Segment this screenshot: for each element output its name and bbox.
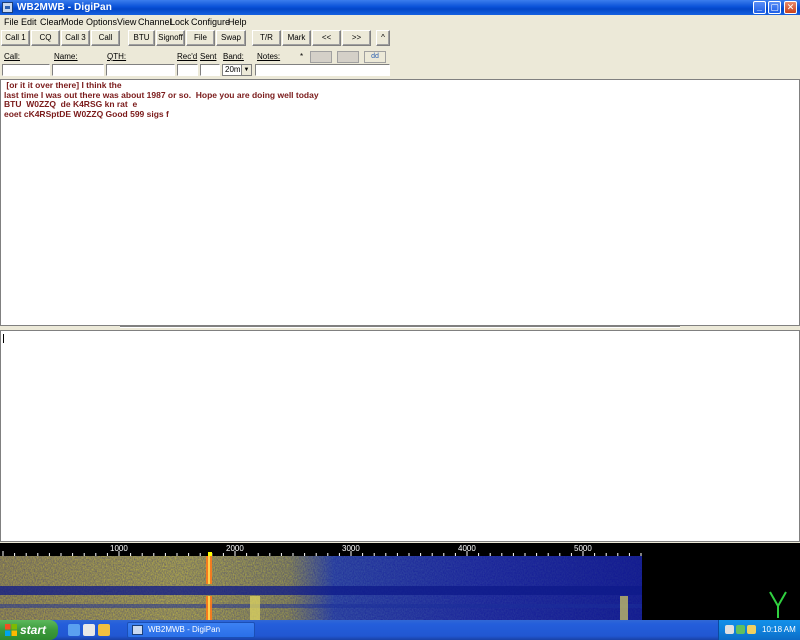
menu-view[interactable]: View: [117, 16, 136, 28]
menu-channel[interactable]: Channel: [138, 16, 172, 28]
start-label: start: [20, 623, 47, 637]
chevron-down-icon[interactable]: ▼: [241, 65, 251, 75]
notes-field[interactable]: [255, 64, 390, 76]
notes-marker: *: [300, 52, 304, 61]
name-field[interactable]: [52, 64, 104, 76]
desktop-icon[interactable]: [83, 624, 95, 636]
title-bar[interactable]: WB2MWB - DigiPan _ ▢ ✕: [0, 0, 800, 15]
menu-bar: File Edit Clear Mode Options View Channe…: [0, 15, 800, 29]
ie-icon[interactable]: [68, 624, 80, 636]
frequency-scale[interactable]: 1000 2000 3000 4000 5000: [0, 543, 800, 556]
log-icon-button-2[interactable]: [337, 51, 359, 63]
sent-label: Sent: [200, 52, 217, 61]
call-label: Call:: [4, 52, 21, 61]
windows-flag-icon: [5, 624, 17, 636]
scale-ticks: [2, 551, 642, 556]
receive-pane[interactable]: [or it it over there] I think the last ti…: [0, 79, 800, 326]
mark-button[interactable]: Mark: [282, 30, 311, 46]
waterfall-svg: [0, 556, 642, 620]
qth-field[interactable]: [106, 64, 175, 76]
menu-help[interactable]: Help: [228, 16, 247, 28]
scale-label-2000: 2000: [226, 544, 244, 553]
scale-label-5000: 5000: [574, 544, 592, 553]
cq-button[interactable]: CQ: [31, 30, 60, 46]
log-icon-button-1[interactable]: [310, 51, 332, 63]
scale-label-4000: 4000: [458, 544, 476, 553]
macro-toolbar: Call 1 CQ Call 3 Call BTU Signoff File S…: [0, 29, 392, 47]
name-label: Name:: [54, 52, 78, 61]
tr-button[interactable]: T/R: [252, 30, 281, 46]
signoff-button[interactable]: Signoff: [156, 30, 185, 46]
notes-label: Notes:: [257, 52, 281, 61]
receive-text: [or it it over there] I think the last ti…: [4, 80, 319, 119]
scale-label-3000: 3000: [342, 544, 360, 553]
swap-button[interactable]: Swap: [216, 30, 246, 46]
digipan-window: WB2MWB - DigiPan _ ▢ ✕ File Edit Clear M…: [0, 0, 800, 620]
splitter-grip[interactable]: [120, 326, 680, 328]
taskbar-item-label: WB2MWB - DigiPan: [148, 625, 221, 634]
menu-configure[interactable]: Configure: [191, 16, 230, 28]
call-button[interactable]: Call: [91, 30, 120, 46]
call1-button[interactable]: Call 1: [1, 30, 30, 46]
rx-line: eoet cK4RSptDE W0ZZQ Good 599 sigs f: [4, 108, 169, 119]
taskbar-item-digipan[interactable]: WB2MWB - DigiPan: [127, 622, 255, 638]
clock: 10:18 AM: [762, 625, 796, 634]
menu-mode[interactable]: Mode: [61, 16, 84, 28]
app-icon: [132, 625, 143, 635]
waterfall-display[interactable]: 1000 2000 3000 4000 5000: [0, 543, 800, 620]
menu-clear[interactable]: Clear: [40, 16, 62, 28]
band-select[interactable]: 20m ▼: [222, 64, 252, 76]
btu-button[interactable]: BTU: [128, 30, 155, 46]
file-button[interactable]: File: [186, 30, 215, 46]
maximize-button[interactable]: ▢: [768, 1, 781, 14]
text-caret: [3, 334, 4, 343]
recd-label: Rec'd: [177, 52, 198, 61]
explorer-icon[interactable]: [98, 624, 110, 636]
menu-options[interactable]: Options: [86, 16, 117, 28]
minimize-button[interactable]: _: [753, 1, 766, 14]
volume-icon[interactable]: [736, 625, 745, 634]
collapse-button[interactable]: ^: [376, 30, 390, 46]
menu-file[interactable]: File: [4, 16, 19, 28]
scale-label-1000: 1000: [110, 544, 128, 553]
afc-indicator-icon: [769, 591, 787, 618]
taskbar: start WB2MWB - DigiPan 10:18 AM: [0, 620, 800, 640]
recd-field[interactable]: [177, 64, 198, 76]
network-icon[interactable]: [725, 625, 734, 634]
qth-label: QTH:: [107, 52, 127, 61]
system-tray: 10:18 AM: [718, 620, 800, 640]
security-icon[interactable]: [747, 625, 756, 634]
call3-button[interactable]: Call 3: [61, 30, 90, 46]
band-label: Band:: [223, 52, 244, 61]
band-value: 20m: [225, 65, 241, 74]
app-icon[interactable]: [2, 2, 13, 13]
call-field[interactable]: [2, 64, 50, 76]
waterfall-image[interactable]: [0, 556, 642, 620]
sent-field[interactable]: [200, 64, 220, 76]
close-button[interactable]: ✕: [784, 1, 797, 14]
transmit-pane[interactable]: [0, 330, 800, 542]
log-fields: Call: Name: QTH: Rec'd Sent Band: Notes:…: [0, 49, 392, 77]
next-button[interactable]: >>: [342, 30, 371, 46]
menu-lock[interactable]: Lock: [170, 16, 189, 28]
log-icon-button-3[interactable]: dd: [364, 51, 386, 63]
prev-button[interactable]: <<: [312, 30, 341, 46]
start-button[interactable]: start: [0, 620, 58, 640]
window-title: WB2MWB - DigiPan: [17, 2, 112, 13]
menu-edit[interactable]: Edit: [21, 16, 37, 28]
